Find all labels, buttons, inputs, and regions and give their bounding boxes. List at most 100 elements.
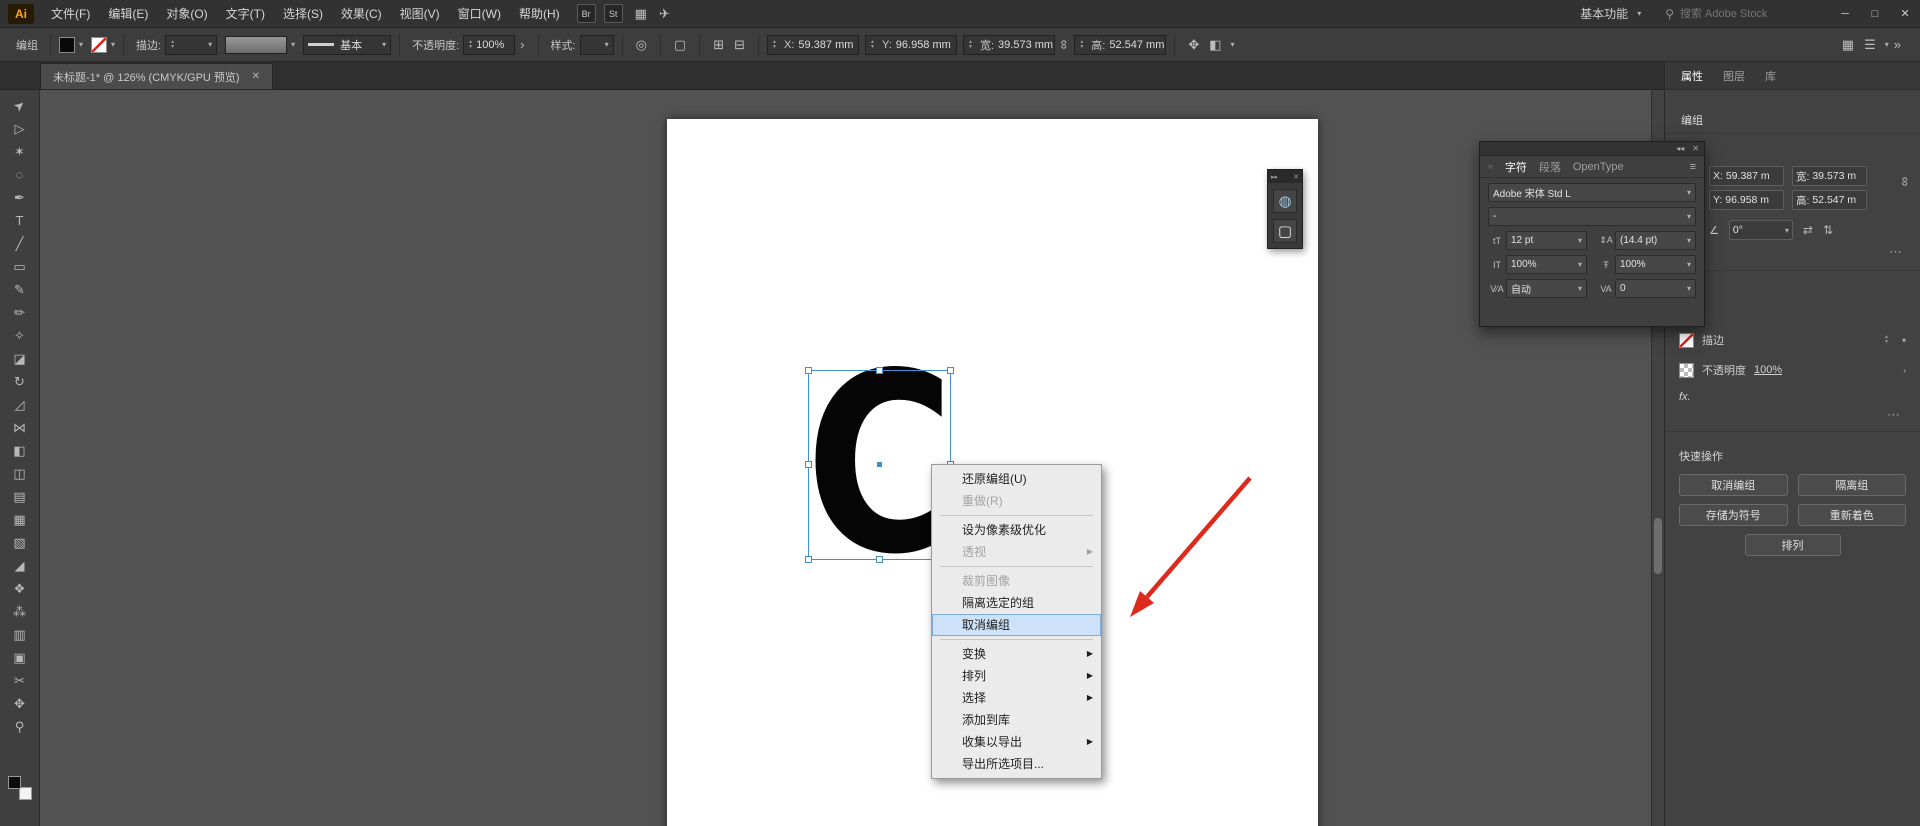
close-icon[interactable]: ✕ xyxy=(1293,173,1299,181)
collapse-panels-icon[interactable]: » xyxy=(1894,37,1901,52)
collapse-icon[interactable]: ◂◂ xyxy=(1676,144,1684,153)
tracking-select[interactable]: 0 ▾ xyxy=(1615,279,1696,298)
symbol-sprayer-tool[interactable]: ⁂ xyxy=(5,600,35,623)
width-tool[interactable]: ⋈ xyxy=(5,416,35,439)
selection-tool[interactable]: ➤ xyxy=(5,94,35,117)
x-field[interactable]: ▲ ▼ X: 59.387 mm xyxy=(767,34,860,55)
tab-opentype[interactable]: OpenType xyxy=(1573,161,1624,173)
context-menu-item[interactable]: 裁剪图像 xyxy=(932,570,1101,592)
globe-icon[interactable]: ◍ xyxy=(1273,189,1297,213)
context-menu-item[interactable]: 导出所选项目... xyxy=(932,753,1101,775)
selection-handle[interactable] xyxy=(805,461,812,468)
grid-view-icon[interactable]: ▦ xyxy=(1842,37,1854,53)
chevron-down-icon[interactable]: ▾ xyxy=(1687,212,1691,221)
context-menu-item[interactable]: 隔离选定的组 xyxy=(932,592,1101,614)
constrain-link-icon[interactable]: ∞ xyxy=(1057,40,1072,49)
artboard-tool[interactable]: ▣ xyxy=(5,646,35,669)
context-menu-item[interactable]: 添加到库 xyxy=(932,709,1101,731)
fill-chip[interactable] xyxy=(8,776,21,789)
context-menu-item[interactable]: 变换 ▶ xyxy=(932,643,1101,665)
stepper-icon[interactable]: ▲ ▼ xyxy=(1884,335,1889,345)
chevron-down-icon[interactable]: ▾ xyxy=(382,40,386,49)
brush-definition-select[interactable] xyxy=(225,35,288,54)
close-button[interactable]: ✕ xyxy=(1890,0,1920,28)
x-field[interactable]: X: 59.387 m xyxy=(1709,166,1784,186)
fill-stroke-indicator[interactable] xyxy=(8,776,32,800)
effects-button[interactable]: fx. xyxy=(1679,391,1906,403)
chevron-down-icon[interactable]: ▾ xyxy=(1578,236,1582,245)
chevron-down-icon[interactable]: ▾ xyxy=(1231,40,1235,49)
context-menu-item[interactable]: 重做(R) xyxy=(932,490,1101,512)
menubar-item[interactable]: 文字(T) xyxy=(217,0,274,28)
opacity-options-icon[interactable]: › xyxy=(1903,366,1906,375)
magic-wand-tool[interactable]: ✶ xyxy=(5,140,35,163)
context-menu-item[interactable]: 选择 ▶ xyxy=(932,687,1101,709)
chevron-down-icon[interactable]: ▾ xyxy=(291,40,295,49)
share-icon[interactable]: ✈ xyxy=(659,6,670,22)
font-size-select[interactable]: 12 pt ▾ xyxy=(1506,231,1587,250)
paintbrush-tool[interactable]: ✎ xyxy=(5,278,35,301)
tab-properties[interactable]: 属性 xyxy=(1681,68,1703,84)
rectangle-tool[interactable]: ▭ xyxy=(5,255,35,278)
chevron-down-icon[interactable]: ▾ xyxy=(1885,40,1889,49)
column-graph-tool[interactable]: ▥ xyxy=(5,623,35,646)
width-profile-select[interactable]: 基本 ▾ xyxy=(303,34,392,55)
chevron-down-icon[interactable]: ▾ xyxy=(1687,284,1691,293)
selection-handle[interactable] xyxy=(947,367,954,374)
stepper-icon[interactable]: ▲ ▼ xyxy=(170,39,175,50)
canvas[interactable]: C ▸▸ ✕ ◍ ▢ 还原编组(U) 重做(R) 设为像素级优化 透视 ▶ 裁剪… xyxy=(40,90,1664,826)
selection-handle[interactable] xyxy=(805,367,812,374)
y-field[interactable]: ▲ ▼ Y: 96.958 mm xyxy=(865,34,958,55)
context-menu-item[interactable]: 透视 ▶ xyxy=(932,541,1101,563)
free-transform-tool[interactable]: ◧ xyxy=(5,439,35,462)
pen-tool[interactable]: ✒ xyxy=(5,186,35,209)
arrange-button[interactable]: 排列 xyxy=(1744,534,1841,556)
width-field[interactable]: 宽: 39.573 m xyxy=(1792,166,1867,186)
zoom-tool[interactable]: ⚲ xyxy=(5,715,35,738)
select-similar-icon[interactable]: ▢ xyxy=(674,37,686,53)
chevron-down-icon[interactable]: ▾ xyxy=(1902,336,1906,345)
tab-libraries[interactable]: 库 xyxy=(1765,68,1776,84)
stepper-icon[interactable]: ▲ ▼ xyxy=(468,39,473,50)
menubar-item[interactable]: 视图(V) xyxy=(391,0,449,28)
arrange-documents-icon[interactable]: ▦ xyxy=(635,6,647,22)
align-icon[interactable]: ⊞ xyxy=(713,37,724,53)
selection-handle[interactable] xyxy=(875,556,883,563)
chevron-down-icon[interactable]: ▾ xyxy=(1785,226,1789,235)
menubar-item[interactable]: 文件(F) xyxy=(42,0,99,28)
recolor-artwork-icon[interactable]: ◎ xyxy=(636,37,647,53)
close-icon[interactable]: ✕ xyxy=(1692,144,1699,153)
document-tab[interactable]: 未标题-1* @ 126% (CMYK/GPU 预览) ✕ xyxy=(40,63,273,89)
lasso-tool[interactable]: ◌ xyxy=(5,163,35,186)
stock-search[interactable]: ⚲ xyxy=(1665,7,1790,21)
isolate-group-button[interactable]: 隔离组 xyxy=(1797,474,1906,496)
shaper-tool[interactable]: ✧ xyxy=(5,324,35,347)
stroke-color-swatch[interactable] xyxy=(91,36,108,53)
gradient-tool[interactable]: ▧ xyxy=(5,531,35,554)
font-family-select[interactable]: Adobe 宋体 Std L ▾ xyxy=(1488,183,1696,202)
chevron-down-icon[interactable]: ▾ xyxy=(1687,236,1691,245)
eraser-tool[interactable]: ◪ xyxy=(5,347,35,370)
chevron-down-icon[interactable]: ▾ xyxy=(605,40,609,49)
panel-menu-icon[interactable]: ≡ xyxy=(1690,161,1696,173)
stepper-icon[interactable]: ▲ ▼ xyxy=(1079,39,1084,50)
line-segment-tool[interactable]: ╱ xyxy=(5,232,35,255)
context-menu-item[interactable]: 还原编组(U) xyxy=(932,468,1101,490)
context-menu-item[interactable]: 排列 ▶ xyxy=(932,665,1101,687)
draw-mode-icon[interactable]: ▢ xyxy=(1273,219,1297,243)
stroke-color-swatch[interactable] xyxy=(1679,332,1694,348)
menubar-item[interactable]: 对象(O) xyxy=(157,0,216,28)
menubar-item[interactable]: 效果(C) xyxy=(332,0,391,28)
style-select[interactable]: ▾ xyxy=(579,34,614,55)
scale-tool[interactable]: ◿ xyxy=(5,393,35,416)
context-menu-item[interactable]: 取消编组 xyxy=(932,614,1101,636)
selection-handle[interactable] xyxy=(875,367,883,374)
stock-badge[interactable]: St xyxy=(603,4,623,23)
tab-layers[interactable]: 图层 xyxy=(1723,68,1745,84)
more-options-icon[interactable]: ⋯ xyxy=(1679,403,1906,423)
eyedropper-tool[interactable]: ◢ xyxy=(5,554,35,577)
selection-bounding-box[interactable] xyxy=(805,367,954,563)
selection-handle[interactable] xyxy=(805,556,812,563)
tab-paragraph[interactable]: 段落 xyxy=(1539,159,1561,175)
mesh-tool[interactable]: ▦ xyxy=(5,508,35,531)
